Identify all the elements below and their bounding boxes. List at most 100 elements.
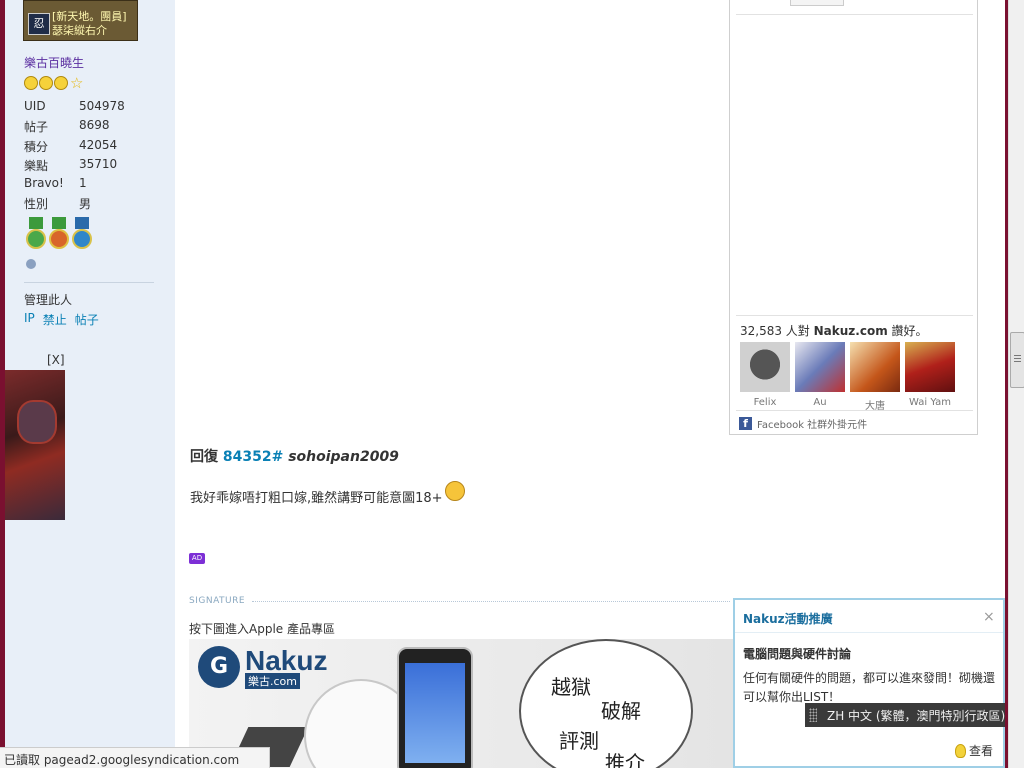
online-status-icon <box>26 259 36 269</box>
fan-name[interactable]: Wai Yam <box>905 397 955 408</box>
monster-face-graphic <box>17 400 57 444</box>
post-text: 我好乖嫁唔打粗口嫁,雖然講野可能意圖18+ <box>190 491 443 506</box>
manage-links: IP 禁止 帖子 <box>24 311 99 328</box>
nakuz-logo-icon: G <box>198 646 240 688</box>
fb-fan[interactable]: Felix <box>740 342 790 412</box>
stat-label: UID <box>24 99 46 113</box>
ad-close-button[interactable]: [X] <box>47 353 65 367</box>
stat-gender: 性別 男 <box>24 195 91 212</box>
star-icon: ☆ <box>70 74 84 92</box>
smiley-icon <box>39 76 53 90</box>
stat-value: 1 <box>79 176 87 190</box>
fb-fan[interactable]: 大唐 <box>850 342 900 412</box>
popup-body-text: 任何有關硬件的問題，都可以進來發問！砌機還可以幫你出LIST！ <box>743 671 996 704</box>
signature-text: 按下圖進入Apple 產品專區 <box>189 622 335 636</box>
fb-count-suffix: 讚好。 <box>887 324 928 338</box>
fb-count-prefix: 32,583 人對 <box>740 324 814 338</box>
signature-banner-link[interactable]: G Nakuz 樂古.com 越獄 破解 評測 推介 <box>189 639 734 768</box>
stat-uid: UID 504978 <box>24 99 125 113</box>
fb-site-link[interactable]: Nakuz.com <box>814 324 888 338</box>
stat-value: 男 <box>79 197 92 211</box>
stat-value: 504978 <box>79 99 125 113</box>
rank-badge: 忍 [新天地。團員] 瑟柒縱右介 <box>23 0 138 41</box>
signature-divider <box>252 601 730 602</box>
stat-label: 積分 <box>24 140 49 154</box>
smiley-icon <box>54 76 68 90</box>
stat-value: 42054 <box>79 138 118 152</box>
fan-avatar[interactable] <box>905 342 955 392</box>
medal-icon[interactable] <box>26 217 46 251</box>
manage-posts-link[interactable]: 帖子 <box>75 311 99 328</box>
fb-fans-list: Felix Au 大唐 Wai Yam <box>740 342 955 412</box>
facebook-like-box: 32,583 人對 Nakuz.com 讚好。 Felix Au 大唐 Wai … <box>729 0 978 435</box>
post-body: 我好乖嫁唔打粗口嫁,雖然講野可能意圖18+ <box>190 481 465 507</box>
banner-word: 越獄 <box>551 675 591 699</box>
rank-badge-line2: 瑟柒縱右介 <box>52 24 107 37</box>
popup-close-button[interactable]: × <box>983 609 995 625</box>
rank-title: 樂古百曉生 <box>24 56 85 70</box>
reply-post-link[interactable]: 84352# <box>223 449 283 465</box>
fb-plugin-footer[interactable]: f Facebook 社群外掛元件 <box>739 416 867 431</box>
lightbulb-icon <box>955 743 966 758</box>
stat-coins: 樂點 35710 <box>24 157 117 174</box>
stat-label: Bravo! <box>24 176 64 190</box>
language-label[interactable]: ZH 中文 (繁體，澳門特別行政區) <box>827 707 1005 724</box>
fan-avatar[interactable] <box>740 342 790 392</box>
status-text: 已讀取 pagead2.googlesyndication.com <box>4 753 240 767</box>
fan-name[interactable]: Au <box>795 397 845 408</box>
reply-header: 回復 84352# sohoipan2009 <box>190 446 399 466</box>
stat-bravo: Bravo! 1 <box>24 176 87 190</box>
fb-divider <box>736 315 973 316</box>
smiley-icon <box>24 76 38 90</box>
popup-view-label[interactable]: 查看 <box>969 742 993 759</box>
fb-divider <box>736 14 973 15</box>
fan-avatar[interactable] <box>795 342 845 392</box>
fan-name[interactable]: Felix <box>740 397 790 408</box>
iphone-graphic <box>397 647 473 768</box>
fb-fan[interactable]: Wai Yam <box>905 342 955 412</box>
promo-popup: Nakuz活動推廣 × 電腦問題與硬件討論 任何有關硬件的問題，都可以進來發問！… <box>733 598 1005 768</box>
reply-username: sohoipan2009 <box>288 449 399 465</box>
facebook-icon: f <box>739 417 752 430</box>
banner-word: 評測 <box>559 729 599 753</box>
stat-label: 帖子 <box>24 120 49 134</box>
popup-title: Nakuz活動推廣 <box>743 612 833 626</box>
banner-word: 破解 <box>601 699 641 723</box>
stat-posts: 帖子 8698 <box>24 118 110 135</box>
fb-top-button[interactable] <box>790 0 844 6</box>
rank-logo-icon: 忍 <box>28 13 50 35</box>
banner-sub: 樂古.com <box>245 673 300 689</box>
popup-subtitle[interactable]: 電腦問題與硬件討論 <box>743 645 851 662</box>
vertical-scrollbar[interactable] <box>1008 0 1024 768</box>
banner-word: 推介 <box>605 751 645 768</box>
stat-label: 樂點 <box>24 159 49 173</box>
sidebar-ad-image[interactable] <box>5 370 65 520</box>
fb-divider <box>736 410 973 411</box>
stat-label: 性別 <box>24 197 49 211</box>
fb-like-count: 32,583 人對 Nakuz.com 讚好。 <box>740 322 928 339</box>
fan-avatar[interactable] <box>850 342 900 392</box>
medal-icon[interactable] <box>49 217 69 251</box>
status-bar: 已讀取 pagead2.googlesyndication.com <box>0 747 270 768</box>
manage-ip-link[interactable]: IP <box>24 311 35 328</box>
fb-fan[interactable]: Au <box>795 342 845 412</box>
manage-user-title: 管理此人 <box>24 293 73 307</box>
stat-value: 35710 <box>79 157 118 171</box>
manage-ban-link[interactable]: 禁止 <box>43 311 67 328</box>
language-bar[interactable]: ZH 中文 (繁體，澳門特別行政區) ▲▼ <box>805 703 1024 727</box>
signature-label: SIGNATURE <box>189 596 246 606</box>
tongue-emoticon-icon <box>444 481 465 501</box>
reply-label: 回復 <box>190 449 218 465</box>
medal-icon[interactable] <box>72 217 92 251</box>
stat-value: 8698 <box>79 118 110 132</box>
rank-stars: ☆ <box>24 74 84 92</box>
stat-points: 積分 42054 <box>24 138 117 155</box>
ad-tag-icon[interactable]: AD <box>189 553 205 564</box>
sidebar-divider <box>24 282 154 283</box>
popup-divider <box>735 632 1003 633</box>
fb-footer-text[interactable]: Facebook 社群外掛元件 <box>757 416 867 431</box>
medal-row <box>26 217 92 251</box>
popup-view-link[interactable]: 查看 <box>955 742 993 759</box>
scrollbar-thumb[interactable] <box>1010 332 1024 388</box>
drag-grip-icon[interactable] <box>809 708 817 722</box>
